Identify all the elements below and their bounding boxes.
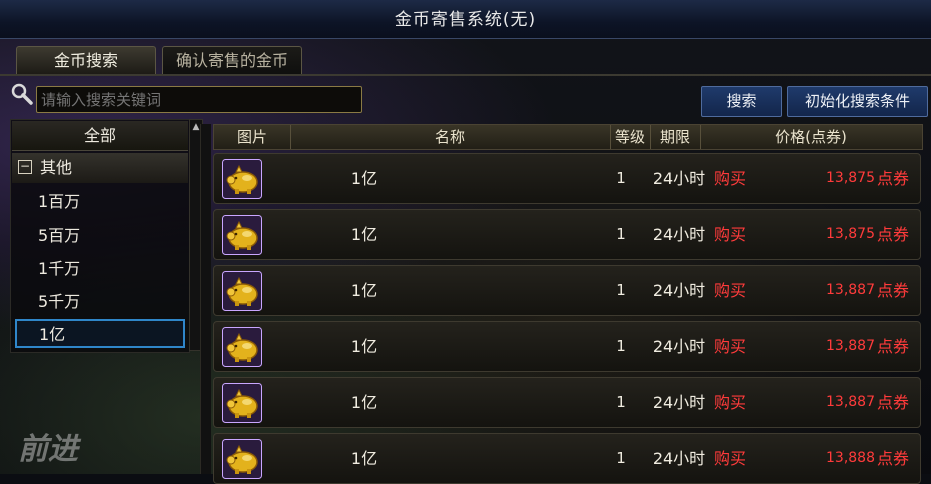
gold-pig-icon: [222, 327, 262, 367]
gold-pig-icon: [222, 159, 262, 199]
column-header-price[interactable]: 价格(点券): [700, 125, 922, 149]
tab-divider: [0, 74, 931, 76]
item-name: 1亿: [350, 281, 378, 300]
buy-button[interactable]: 购买: [714, 210, 756, 259]
table-row[interactable]: 1亿 1 24小时 购买 13,887 点券: [213, 265, 921, 316]
window-title: 金币寄售系统(无): [0, 0, 931, 39]
item-expiry: 24小时: [652, 393, 706, 412]
buy-button[interactable]: 购买: [714, 434, 756, 483]
item-price: 13,887: [826, 394, 875, 410]
category-all[interactable]: 全部: [12, 121, 188, 151]
item-level: 1: [616, 449, 626, 467]
column-header-level[interactable]: 等级: [610, 125, 651, 149]
item-level: 1: [616, 281, 626, 299]
item-name: 1亿: [350, 225, 378, 244]
tab-my-consignments[interactable]: 确认寄售的金币: [162, 46, 302, 74]
category-item-10m[interactable]: 1千万: [12, 254, 188, 284]
price-unit: 点券: [876, 225, 909, 244]
table-row[interactable]: 1亿 1 24小时 购买 13,888 点券: [213, 433, 921, 484]
buy-button[interactable]: 购买: [714, 266, 756, 315]
category-item-5m[interactable]: 5百万: [12, 221, 188, 251]
item-expiry: 24小时: [652, 337, 706, 356]
gold-pig-icon: [222, 215, 262, 255]
table-row[interactable]: 1亿 1 24小时 购买 13,887 点券: [213, 377, 921, 428]
table-header: 图片 名称 等级 期限 价格(点券): [213, 124, 923, 150]
buy-button[interactable]: 购买: [714, 378, 756, 427]
category-item-1m[interactable]: 1百万: [12, 187, 188, 217]
background-forward-label: 前进: [18, 432, 78, 467]
item-level: 1: [616, 225, 626, 243]
category-item-50m[interactable]: 5千万: [12, 287, 188, 317]
item-name: 1亿: [350, 169, 378, 188]
table-row[interactable]: 1亿 1 24小时 购买 13,887 点券: [213, 321, 921, 372]
item-price: 13,875: [826, 226, 875, 242]
price-unit: 点券: [876, 337, 909, 356]
search-button[interactable]: 搜索: [701, 86, 782, 117]
buy-button[interactable]: 购买: [714, 154, 756, 203]
gold-pig-icon: [222, 383, 262, 423]
column-header-image: 图片: [214, 125, 291, 149]
price-unit: 点券: [876, 281, 909, 300]
column-header-name[interactable]: 名称: [290, 125, 611, 149]
item-price: 13,875: [826, 170, 875, 186]
item-expiry: 24小时: [652, 169, 706, 188]
item-level: 1: [616, 393, 626, 411]
item-name: 1亿: [350, 337, 378, 356]
item-level: 1: [616, 337, 626, 355]
reset-filters-button[interactable]: 初始化搜索条件: [787, 86, 928, 117]
table-row[interactable]: 1亿 1 24小时 购买 13,875 点券: [213, 153, 921, 204]
list-scrollbar[interactable]: [200, 124, 211, 474]
category-group-other[interactable]: 其他: [12, 153, 188, 183]
item-name: 1亿: [350, 393, 378, 412]
item-price: 13,887: [826, 282, 875, 298]
item-expiry: 24小时: [652, 225, 706, 244]
search-input[interactable]: [36, 86, 362, 113]
category-item-100m-selected[interactable]: 1亿: [15, 319, 185, 348]
column-header-expiry[interactable]: 期限: [650, 125, 701, 149]
tab-gold-search[interactable]: 金币搜索: [16, 46, 156, 74]
gold-pig-icon: [222, 271, 262, 311]
item-price: 13,888: [826, 450, 875, 466]
buy-button[interactable]: 购买: [714, 322, 756, 371]
item-expiry: 24小时: [652, 281, 706, 300]
table-row[interactable]: 1亿 1 24小时 购买 13,875 点券: [213, 209, 921, 260]
item-price: 13,887: [826, 338, 875, 354]
price-unit: 点券: [876, 169, 909, 188]
price-unit: 点券: [876, 393, 909, 412]
collapse-toggle-icon[interactable]: −: [18, 160, 32, 174]
item-name: 1亿: [350, 449, 378, 468]
gold-pig-icon: [222, 439, 262, 479]
item-level: 1: [616, 169, 626, 187]
item-expiry: 24小时: [652, 449, 706, 468]
search-icon: [11, 83, 33, 105]
price-unit: 点券: [876, 449, 909, 468]
